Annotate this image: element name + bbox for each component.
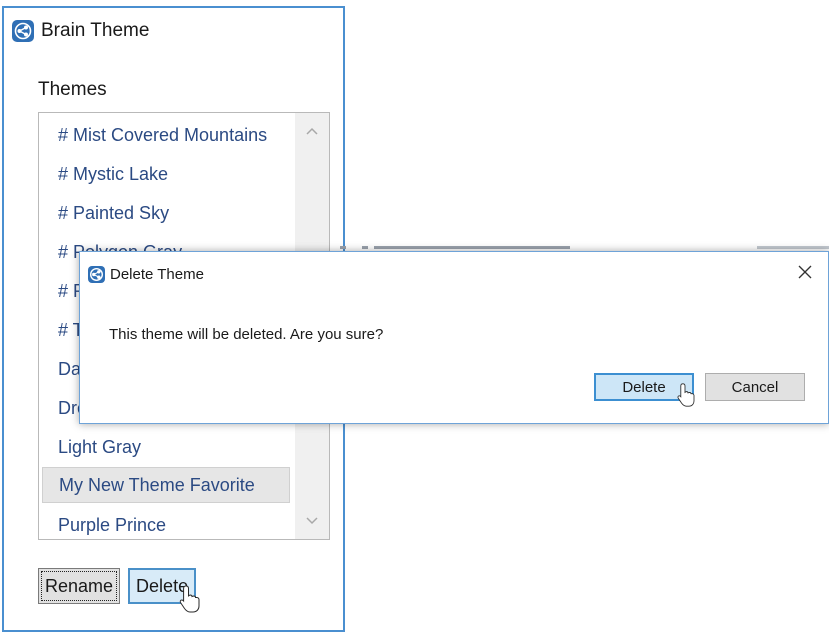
dialog-title-bar: Delete Theme — [88, 263, 204, 285]
brain-app-icon — [12, 20, 34, 42]
close-icon[interactable] — [794, 261, 816, 283]
theme-list-item[interactable]: Light Gray — [40, 429, 290, 465]
cancel-button[interactable]: Cancel — [705, 373, 805, 401]
brain-app-icon — [88, 265, 105, 283]
theme-list-item[interactable]: # Mist Covered Mountains — [40, 117, 290, 153]
chevron-down-icon[interactable] — [295, 507, 329, 535]
rename-button[interactable]: Rename — [38, 568, 121, 604]
theme-list-item[interactable]: Purple Prince — [40, 507, 290, 539]
action-buttons: Rename Delete — [38, 568, 197, 604]
theme-list-item-selected[interactable]: My New Theme Favorite — [42, 467, 290, 503]
window-title-bar: Brain Theme — [12, 18, 149, 44]
dialog-title: Delete Theme — [110, 265, 204, 283]
theme-list-item[interactable]: # Mystic Lake — [40, 156, 290, 192]
themes-label: Themes — [38, 79, 107, 100]
confirm-delete-button[interactable]: Delete — [594, 373, 694, 401]
window-title: Brain Theme — [41, 20, 150, 41]
chevron-up-icon[interactable] — [295, 117, 329, 145]
dialog-buttons: Delete Cancel — [594, 373, 805, 401]
theme-list-item[interactable]: # Painted Sky — [40, 195, 290, 231]
delete-theme-dialog: Delete Theme This theme will be deleted.… — [79, 251, 829, 424]
dialog-message: This theme will be deleted. Are you sure… — [109, 326, 384, 343]
delete-theme-button[interactable]: Delete — [128, 568, 197, 604]
